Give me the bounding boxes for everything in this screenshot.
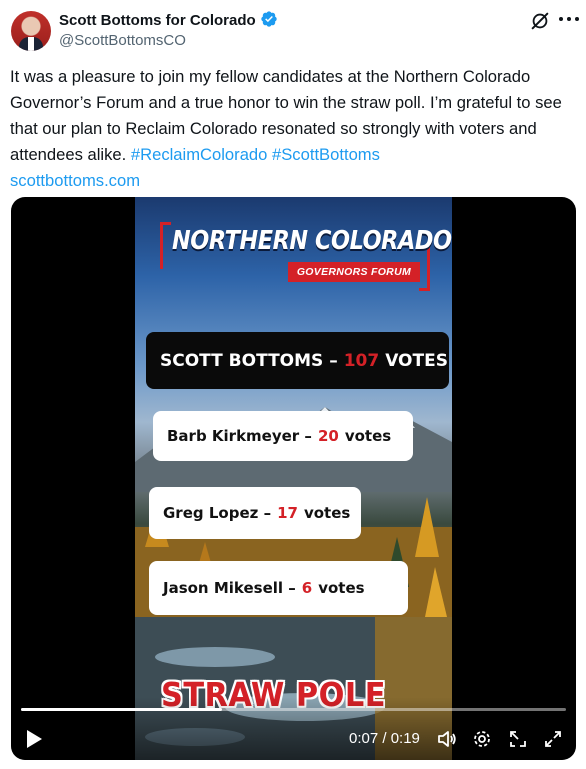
- more-icon[interactable]: [559, 8, 579, 30]
- result-barb-kirkmeyer: Barb Kirkmeyer – 20 votes: [153, 411, 413, 461]
- settings-icon[interactable]: [472, 729, 492, 749]
- pip-icon[interactable]: [508, 729, 528, 749]
- grok-icon[interactable]: [529, 10, 551, 32]
- video-player[interactable]: NORTHERN COLORADO GOVERNORS FORUM SCOTT …: [11, 197, 576, 760]
- vote-unit: votes: [344, 427, 392, 445]
- forum-logo: NORTHERN COLORADO GOVERNORS FORUM: [160, 222, 452, 292]
- volume-icon[interactable]: [437, 729, 457, 749]
- author-name[interactable]: Scott Bottoms for Colorado: [59, 12, 256, 29]
- vote-count: 6: [301, 579, 313, 597]
- avatar[interactable]: [11, 11, 51, 51]
- verified-badge-icon: [260, 11, 277, 27]
- author-name-row[interactable]: Scott Bottoms for Colorado: [59, 10, 278, 31]
- author-handle[interactable]: @ScottBottomsCO: [59, 31, 186, 51]
- video-controls: 0:07 / 0:19: [11, 697, 576, 760]
- logo-subtitle: GOVERNORS FORUM: [287, 262, 420, 282]
- candidate-name: Jason Mikesell –: [163, 579, 296, 597]
- result-scott-bottoms: SCOTT BOTTOMS – 107 VOTES: [146, 332, 449, 389]
- candidate-name: SCOTT BOTTOMS –: [160, 350, 338, 371]
- candidate-name: Greg Lopez –: [163, 504, 272, 522]
- hashtag-scottbottoms[interactable]: #ScottBottoms: [272, 145, 380, 164]
- vote-count: 107: [343, 350, 380, 371]
- tweet-text: It was a pleasure to join my fellow cand…: [10, 64, 576, 194]
- video-frame: NORTHERN COLORADO GOVERNORS FORUM SCOTT …: [135, 197, 452, 760]
- vote-unit: votes: [303, 504, 351, 522]
- progress-fill: [21, 708, 222, 711]
- result-greg-lopez: Greg Lopez – 17 votes: [149, 487, 361, 539]
- time-display: 0:07 / 0:19: [349, 730, 420, 747]
- website-link[interactable]: scottbottoms.com: [10, 171, 140, 190]
- vote-count: 17: [277, 504, 298, 522]
- play-icon[interactable]: [24, 728, 44, 750]
- vote-count: 20: [317, 427, 339, 445]
- vote-unit: VOTES: [385, 350, 448, 371]
- hashtag-reclaimcolorado[interactable]: #ReclaimColorado: [131, 145, 268, 164]
- logo-title: NORTHERN COLORADO: [172, 226, 452, 256]
- vote-unit: votes: [318, 579, 365, 597]
- candidate-name: Barb Kirkmeyer –: [167, 427, 312, 445]
- fullscreen-icon[interactable]: [543, 729, 563, 749]
- result-jason-mikesell: Jason Mikesell – 6 votes: [149, 561, 408, 615]
- progress-bar[interactable]: [21, 708, 566, 711]
